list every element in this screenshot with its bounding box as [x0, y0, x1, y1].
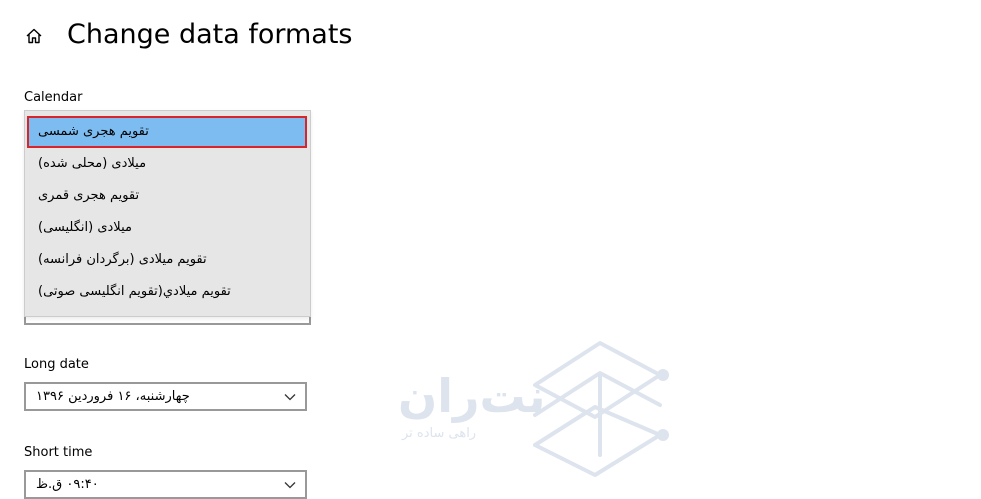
- short-time-combobox[interactable]: ۰۹:۴۰ ق.ظ: [24, 470, 307, 499]
- option-label: تقویم هجری شمسی: [38, 124, 149, 139]
- watermark-brand: نت‌ران: [398, 369, 546, 423]
- calendar-option-gregorian-localized[interactable]: میلادی (محلی شده): [27, 148, 307, 180]
- page-title: Change data formats: [67, 19, 353, 50]
- calendar-option-hijri-qamari[interactable]: تقویم هجری قمری: [27, 180, 307, 212]
- calendar-label: Calendar: [24, 90, 83, 105]
- short-time-label: Short time: [24, 445, 93, 460]
- option-label: تقویم میلادی (برگردان فرانسه): [38, 252, 207, 267]
- option-label: تقویم هجری قمری: [38, 188, 140, 203]
- calendar-dropdown-list: تقویم هجری شمسی میلادی (محلی شده) تقویم …: [24, 110, 311, 317]
- option-label: میلادی (محلی شده): [38, 156, 147, 171]
- home-icon: [26, 28, 42, 44]
- long-date-label: Long date: [24, 357, 89, 372]
- calendar-option-hijri-shamsi[interactable]: تقویم هجری شمسی: [27, 116, 307, 148]
- calendar-option-gregorian-english[interactable]: میلادی (انگلیسی): [27, 212, 307, 244]
- watermark-tagline: راهی ساده تر: [402, 426, 477, 441]
- chevron-down-icon: [284, 394, 296, 401]
- calendar-option-gregorian-french[interactable]: تقویم میلادی (برگردان فرانسه): [27, 244, 307, 276]
- option-label: میلادی (انگلیسی): [38, 220, 132, 235]
- option-label: تقويم ميلادي(تقویم انگلیسی صوتی): [38, 284, 231, 299]
- long-date-value: چهارشنبه، ۱۶ فروردین ۱۳۹۶: [36, 389, 190, 404]
- long-date-combobox[interactable]: چهارشنبه، ۱۶ فروردین ۱۳۹۶: [24, 382, 307, 411]
- calendar-option-gregorian-english-transliterated[interactable]: تقويم ميلادي(تقویم انگلیسی صوتی): [27, 276, 307, 308]
- home-button[interactable]: [22, 24, 46, 48]
- short-time-value: ۰۹:۴۰ ق.ظ: [36, 477, 99, 492]
